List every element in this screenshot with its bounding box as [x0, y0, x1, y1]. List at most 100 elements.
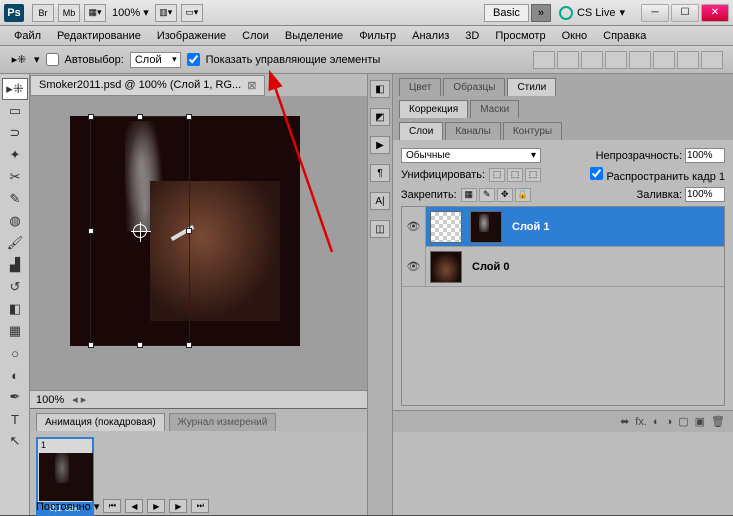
menu-edit[interactable]: Редактирование — [49, 30, 149, 42]
collapsed-panel-icon[interactable]: A| — [370, 192, 390, 210]
zoom-level[interactable]: 100% — [36, 394, 64, 406]
paths-tab[interactable]: Контуры — [503, 122, 562, 140]
transform-center-icon[interactable] — [133, 224, 147, 238]
delete-layer-icon[interactable]: 🗑 — [711, 415, 725, 428]
wand-tool[interactable]: ✦ — [2, 144, 28, 166]
crop-tool[interactable]: ✂ — [2, 166, 28, 188]
move-tool-icon[interactable]: ▸⁜ — [10, 51, 28, 69]
adjustments-tab[interactable]: Коррекция — [399, 100, 468, 118]
unify-style-icon[interactable]: ⬚ — [525, 168, 541, 182]
lock-all-icon[interactable]: 🔒 — [515, 188, 531, 202]
transform-handle[interactable] — [186, 114, 192, 120]
color-tab[interactable]: Цвет — [399, 78, 441, 96]
next-frame-button[interactable]: ▶ — [169, 499, 187, 513]
transform-handle[interactable] — [186, 228, 192, 234]
workspace-basic-button[interactable]: Basic — [484, 4, 529, 22]
window-maximize-button[interactable]: ☐ — [671, 4, 699, 22]
propagate-checkbox[interactable] — [590, 167, 603, 180]
new-layer-icon[interactable]: ▣ — [695, 415, 705, 428]
last-frame-button[interactable]: ⏭ — [191, 499, 209, 513]
window-minimize-button[interactable]: ─ — [641, 4, 669, 22]
menu-layers[interactable]: Слои — [234, 30, 277, 42]
animation-tab[interactable]: Анимация (покадровая) — [36, 413, 165, 431]
layer-fx-icon[interactable]: fx. — [635, 416, 647, 428]
move-tool[interactable]: ▸⁜ — [2, 78, 28, 100]
play-button[interactable]: ▶ — [147, 499, 165, 513]
menu-window[interactable]: Окно — [554, 30, 596, 42]
collapsed-panel-icon[interactable]: ◩ — [370, 108, 390, 126]
menu-view[interactable]: Просмотр — [487, 30, 553, 42]
align-1[interactable] — [533, 51, 555, 69]
eyedropper-tool[interactable]: ✎ — [2, 188, 28, 210]
cslive-button[interactable]: CS Live ▾ — [559, 6, 625, 20]
healing-tool[interactable]: ◍ — [2, 210, 28, 232]
layers-tab[interactable]: Слои — [399, 122, 443, 140]
close-doc-icon[interactable]: ⊠ — [247, 79, 256, 92]
align-3[interactable] — [581, 51, 603, 69]
showcontrols-checkbox[interactable] — [187, 53, 200, 66]
arrange-button[interactable]: ▥▾ — [155, 4, 177, 22]
minibridge-button[interactable]: Mb — [58, 4, 80, 22]
menu-select[interactable]: Выделение — [277, 30, 351, 42]
eraser-tool[interactable]: ◧ — [2, 298, 28, 320]
workspace-expand-button[interactable]: » — [531, 4, 551, 22]
layer-thumbnail[interactable] — [430, 251, 462, 283]
layer-name[interactable]: Слой 0 — [472, 261, 509, 273]
history-brush-tool[interactable]: ↺ — [2, 276, 28, 298]
link-layers-icon[interactable]: ⬌ — [620, 415, 629, 428]
align-8[interactable] — [701, 51, 723, 69]
layer-mask-icon[interactable]: ◐ — [653, 416, 660, 428]
lasso-tool[interactable]: ⊃ — [2, 122, 28, 144]
first-frame-button[interactable]: ⏮ — [103, 499, 121, 513]
layer-name[interactable]: Слой 1 — [512, 221, 549, 233]
unify-position-icon[interactable]: ⬚ — [489, 168, 505, 182]
prev-frame-button[interactable]: ◀ — [125, 499, 143, 513]
transform-handle[interactable] — [137, 114, 143, 120]
pen-tool[interactable]: ✒ — [2, 386, 28, 408]
menu-analysis[interactable]: Анализ — [404, 30, 457, 42]
view-extras-button[interactable]: ▦▾ — [84, 4, 106, 22]
collapsed-panel-icon[interactable]: ¶ — [370, 164, 390, 182]
lock-position-icon[interactable]: ✥ — [497, 188, 513, 202]
align-5[interactable] — [629, 51, 651, 69]
align-6[interactable] — [653, 51, 675, 69]
align-2[interactable] — [557, 51, 579, 69]
measurement-log-tab[interactable]: Журнал измерений — [169, 413, 277, 431]
collapsed-panel-icon[interactable]: ◧ — [370, 80, 390, 98]
autoselect-target-select[interactable]: Слой — [130, 52, 181, 68]
tab-overflow-icon[interactable]: » — [271, 79, 277, 91]
menu-help[interactable]: Справка — [595, 30, 654, 42]
window-close-button[interactable]: ✕ — [701, 4, 729, 22]
collapsed-panel-icon[interactable]: ▶ — [370, 136, 390, 154]
lock-transparency-icon[interactable]: ▦ — [461, 188, 477, 202]
menu-file[interactable]: Файл — [6, 30, 49, 42]
masks-tab[interactable]: Маски — [470, 100, 519, 118]
layer-row[interactable]: 👁 Слой 1 — [402, 207, 724, 247]
type-tool[interactable]: T — [2, 408, 28, 430]
canvas[interactable] — [30, 96, 367, 390]
layer-thumbnail[interactable] — [470, 211, 502, 243]
layer-row[interactable]: 👁 Слой 0 — [402, 247, 724, 287]
document-tab[interactable]: Smoker2011.psd @ 100% (Слой 1, RG... ⊠ — [30, 75, 265, 96]
collapsed-panel-icon[interactable]: ◫ — [370, 220, 390, 238]
menu-3d[interactable]: 3D — [457, 30, 487, 42]
bridge-button[interactable]: Br — [32, 4, 54, 22]
visibility-icon[interactable]: 👁 — [402, 247, 426, 287]
loop-select[interactable]: Постоянно ▾ — [36, 500, 99, 513]
swatches-tab[interactable]: Образцы — [443, 78, 505, 96]
styles-tab[interactable]: Стили — [507, 78, 556, 96]
marquee-tool[interactable]: ▭ — [2, 100, 28, 122]
gradient-tool[interactable]: ▦ — [2, 320, 28, 342]
visibility-icon[interactable]: 👁 — [402, 207, 426, 247]
align-7[interactable] — [677, 51, 699, 69]
fill-input[interactable] — [685, 187, 725, 202]
autoselect-checkbox[interactable] — [46, 53, 59, 66]
menu-filter[interactable]: Фильтр — [351, 30, 404, 42]
lock-pixels-icon[interactable]: ✎ — [479, 188, 495, 202]
dodge-tool[interactable]: ◐ — [2, 364, 28, 386]
adjustment-layer-icon[interactable]: ◑ — [666, 416, 673, 428]
transform-handle[interactable] — [88, 342, 94, 348]
opacity-input[interactable] — [685, 148, 725, 163]
blend-mode-select[interactable]: Обычные — [401, 148, 541, 163]
align-4[interactable] — [605, 51, 627, 69]
